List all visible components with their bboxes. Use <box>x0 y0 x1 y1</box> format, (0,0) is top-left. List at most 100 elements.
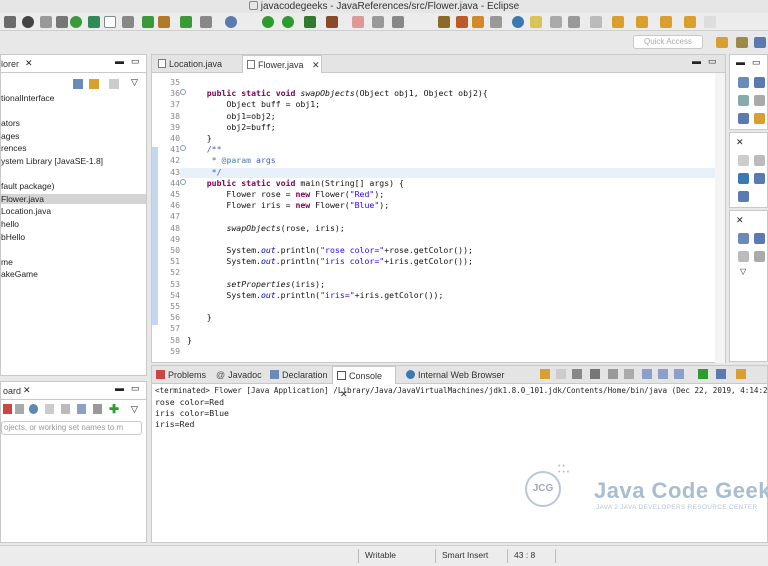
maximize-icon[interactable]: ▭ <box>708 56 717 67</box>
tree-item[interactable]: ages <box>1 131 146 141</box>
sync-icon[interactable] <box>15 404 24 414</box>
pin-console-icon[interactable] <box>642 369 652 379</box>
debug-icon[interactable] <box>4 16 16 28</box>
tree-item[interactable]: akeGame <box>1 269 146 279</box>
editor-scrollbar[interactable] <box>715 73 725 363</box>
block-select-icon[interactable] <box>104 16 116 28</box>
categorized-icon[interactable] <box>29 404 38 414</box>
edit-icon[interactable] <box>93 404 102 414</box>
chevron-down-icon[interactable]: ▽ <box>131 77 138 88</box>
tab-flower-java[interactable]: Flower.java ✕ <box>242 55 322 73</box>
tree-item[interactable]: ystem Library [JavaSE-1.8] <box>1 156 146 166</box>
tree-item[interactable]: Flower.java <box>1 193 146 204</box>
minimize-icon[interactable]: ▬ <box>115 383 124 393</box>
list-icon[interactable] <box>77 404 86 414</box>
tree-item[interactable]: rences <box>1 143 146 153</box>
pin-editor-icon[interactable] <box>568 16 580 28</box>
coverage-icon[interactable] <box>304 16 316 28</box>
sort-icon[interactable] <box>754 251 765 262</box>
external-tools-icon[interactable] <box>326 16 338 28</box>
types-icon[interactable] <box>754 233 765 244</box>
hide-static-icon[interactable] <box>754 113 765 124</box>
chevron-down-icon[interactable]: ▽ <box>131 404 138 415</box>
members-icon[interactable] <box>738 233 749 244</box>
tab-location-java[interactable]: Location.java <box>154 55 244 73</box>
terminate-icon[interactable] <box>540 369 550 379</box>
highlight-icon[interactable] <box>530 16 542 28</box>
tree-item[interactable]: hello <box>1 219 146 229</box>
run-icon[interactable] <box>262 16 274 28</box>
tree-item[interactable]: ators <box>1 118 146 128</box>
save-icon[interactable] <box>22 16 34 28</box>
open-type-icon[interactable] <box>200 16 212 28</box>
debug-perspective-icon[interactable] <box>754 37 766 48</box>
fields-icon[interactable] <box>738 251 749 262</box>
toggle-breadcrumb-icon[interactable] <box>550 16 562 28</box>
tree-item[interactable]: Location.java <box>1 206 146 216</box>
connect-icon[interactable] <box>738 173 749 184</box>
collapse-all-icon[interactable] <box>73 79 83 89</box>
link-icon[interactable] <box>612 16 624 28</box>
close-icon[interactable]: ✕ <box>736 137 744 148</box>
tab-javadoc[interactable]: @ Javadoc <box>212 366 262 384</box>
new-class-icon[interactable] <box>180 16 192 28</box>
show-stdout-icon[interactable] <box>658 369 668 379</box>
quick-access-field[interactable]: Quick Access <box>633 35 703 49</box>
expand-icon[interactable] <box>738 191 749 202</box>
close-icon[interactable]: ✕ <box>25 58 33 69</box>
back-icon[interactable] <box>660 16 672 28</box>
task-panel-tab[interactable]: oard <box>0 382 21 400</box>
scheduled-icon[interactable] <box>45 404 54 414</box>
minimize-icon[interactable]: ▬ <box>736 57 745 67</box>
forward-icon[interactable] <box>684 16 696 28</box>
scroll-lock-icon[interactable] <box>608 369 618 379</box>
tab-internal-web-browser[interactable]: Internal Web Browser <box>402 366 504 384</box>
java-perspective-icon[interactable] <box>736 37 748 48</box>
next-annotation-icon[interactable] <box>456 16 468 28</box>
globe-icon[interactable] <box>512 16 524 28</box>
task-list-icon[interactable] <box>754 155 765 166</box>
new-task-icon[interactable] <box>3 404 12 414</box>
display-console-icon[interactable] <box>716 369 726 379</box>
remove-launch-icon[interactable] <box>556 369 566 379</box>
maximize-icon[interactable]: ▭ <box>131 383 140 394</box>
bug-icon[interactable] <box>225 16 237 28</box>
new-console-icon[interactable] <box>698 369 708 379</box>
run-config-icon[interactable] <box>282 16 294 28</box>
mylyn-icon[interactable] <box>754 173 765 184</box>
stop-icon[interactable] <box>352 16 364 28</box>
fold-toggle-icon[interactable] <box>180 89 186 96</box>
search-icon[interactable] <box>438 16 450 28</box>
toggle-mark-icon[interactable] <box>88 16 100 28</box>
chevron-down-icon[interactable]: ▽ <box>740 267 746 276</box>
tab-problems[interactable]: Problems <box>152 366 206 384</box>
close-icon[interactable]: ✕ <box>736 215 744 226</box>
task-icon[interactable] <box>738 155 749 166</box>
open-task-icon[interactable] <box>392 16 404 28</box>
next-edit-icon[interactable] <box>636 16 648 28</box>
tab-console[interactable]: Console ✕ <box>332 366 396 399</box>
new-package-icon[interactable] <box>158 16 170 28</box>
fold-toggle-icon[interactable] <box>180 178 186 185</box>
clear-console-icon[interactable] <box>590 369 600 379</box>
tree-item[interactable]: me <box>1 257 146 267</box>
build-icon[interactable] <box>40 16 52 28</box>
filter-icon[interactable] <box>754 95 765 106</box>
show-whitespace-icon[interactable] <box>590 16 602 28</box>
print-icon[interactable] <box>56 16 68 28</box>
maximize-icon[interactable]: ▭ <box>131 56 140 67</box>
filter-icon[interactable] <box>61 404 70 414</box>
outline-icon[interactable] <box>738 77 749 88</box>
sort-icon[interactable] <box>738 95 749 106</box>
tab-declaration[interactable]: Declaration <box>266 366 328 384</box>
link-with-editor-icon[interactable] <box>89 79 99 89</box>
minimize-icon[interactable]: ▬ <box>115 56 124 66</box>
open-perspective-icon[interactable] <box>716 37 728 48</box>
show-stderr-icon[interactable] <box>674 369 684 379</box>
maximize-icon[interactable]: ▭ <box>752 57 761 68</box>
minimize-icon[interactable]: ▬ <box>692 56 701 66</box>
last-edit-icon[interactable] <box>490 16 502 28</box>
open-console-icon[interactable] <box>736 369 746 379</box>
add-icon[interactable]: ✚ <box>109 402 119 416</box>
tree-item[interactable]: tionalInterface <box>1 93 146 103</box>
